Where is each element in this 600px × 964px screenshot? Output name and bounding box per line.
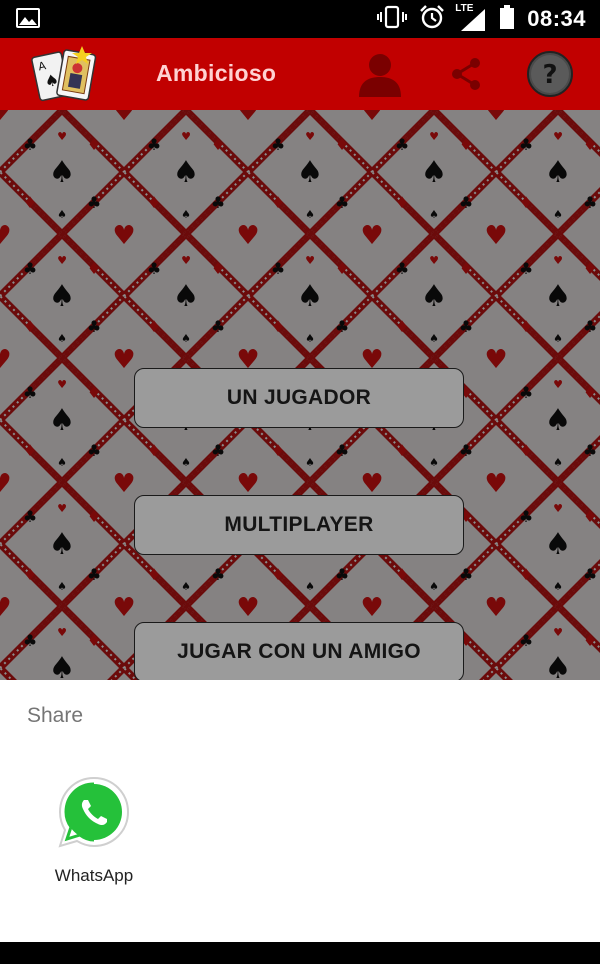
signal-icon: LTE xyxy=(455,3,487,32)
help-icon: ? xyxy=(526,50,574,103)
share-button[interactable] xyxy=(442,52,490,100)
share-sheet: Share WhatsApp xyxy=(0,680,600,942)
main-content: ♠ ♥ ♥ ♥ ♥ ♣ ♦ ♦ ♣ ♥ ♠ UN JUGADOR MULTIPL… xyxy=(0,110,600,680)
profile-icon xyxy=(356,51,404,102)
help-button[interactable]: ? xyxy=(526,50,574,103)
single-player-button[interactable]: UN JUGADOR xyxy=(134,368,464,428)
app-title: Ambicioso xyxy=(156,60,277,86)
whatsapp-icon xyxy=(54,772,134,852)
app-bar: A ♠ Ambicioso ? xyxy=(0,38,600,110)
image-icon xyxy=(16,8,40,33)
status-bar: LTE 08:34 xyxy=(0,0,600,38)
app-logo-icon: A ♠ xyxy=(30,44,102,104)
navigation-bar xyxy=(0,942,600,964)
multiplayer-button[interactable]: MULTIPLAYER xyxy=(134,495,464,555)
svg-text:?: ? xyxy=(542,60,557,90)
battery-icon xyxy=(499,4,515,35)
vibrate-icon xyxy=(377,5,408,34)
share-title: Share xyxy=(27,704,84,727)
share-target-whatsapp[interactable]: WhatsApp xyxy=(44,772,144,886)
play-with-friend-button[interactable]: JUGAR CON UN AMIGO xyxy=(134,622,464,680)
share-icon xyxy=(448,56,484,97)
alarm-icon xyxy=(419,4,445,35)
clock: 08:34 xyxy=(527,6,586,31)
profile-button[interactable] xyxy=(356,52,404,100)
share-target-label: WhatsApp xyxy=(54,866,134,885)
